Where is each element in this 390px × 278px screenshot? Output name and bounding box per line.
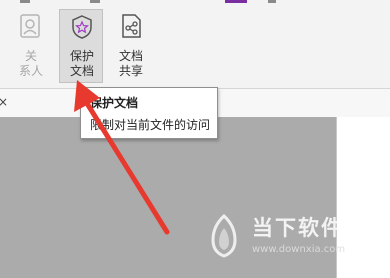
watermark-logo-icon [211,213,237,258]
active-tab-indicator [225,0,247,3]
watermark-url: www.downxia.com [252,244,346,255]
contact-label-line2: 系人 [18,64,43,78]
protect-document-button[interactable]: 保护 文档 [59,9,103,83]
contact-label-line1: 关 [24,49,37,63]
contact-button[interactable]: 关 系人 [9,9,53,83]
close-icon[interactable]: × [0,96,8,108]
tooltip-title: 保护文档 [90,96,139,110]
ribbon: 关 系人 保护 文档 文档 共享 [0,0,390,89]
ribbon-top-mark [90,0,100,3]
watermark-brand: 当下软件园 [252,216,367,240]
contact-icon [20,14,40,38]
shield-star-icon [72,15,92,39]
ribbon-top-mark [268,0,276,3]
protect-label-line2: 文档 [69,64,94,78]
tooltip-description: 限制对当前文件的访问 [90,118,211,132]
share-label-line1: 文档 [118,49,143,63]
tooltip: 保护文档 限制对当前文件的访问 [80,87,218,139]
share-document-icon [122,14,141,38]
share-document-button[interactable]: 文档 共享 [109,9,153,83]
share-label-line2: 共享 [118,64,143,78]
protect-label-line1: 保护 [69,49,94,63]
ribbon-top-mark [20,0,30,3]
